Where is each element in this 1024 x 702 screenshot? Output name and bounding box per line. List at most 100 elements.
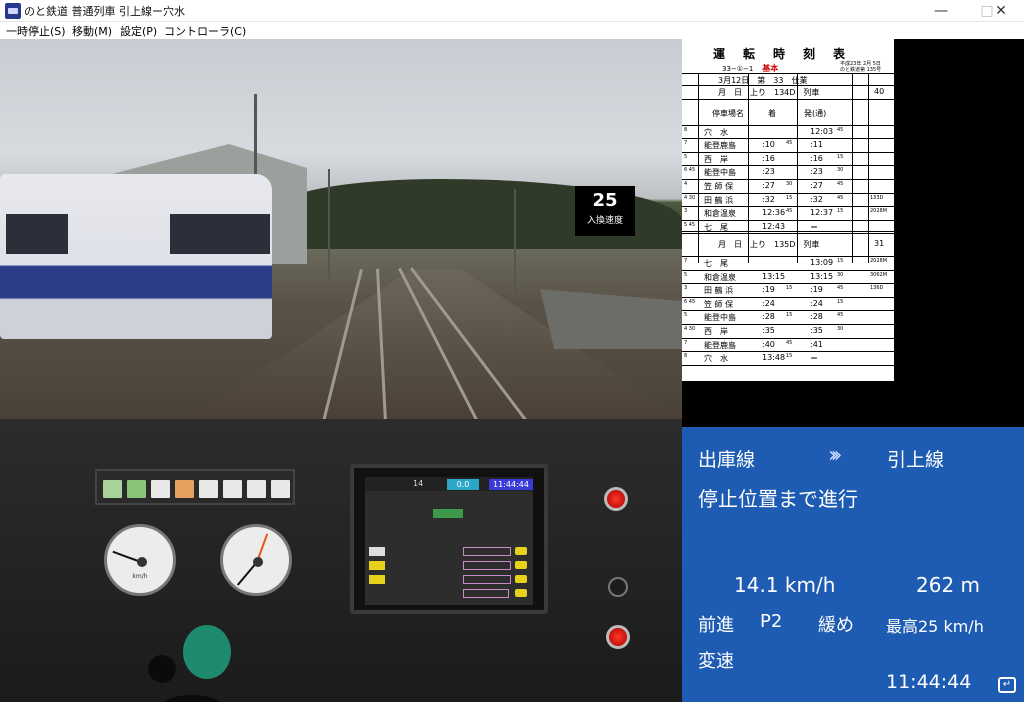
- timetable-max-speed: 31: [874, 239, 885, 248]
- arrival-time: :10: [762, 140, 775, 150]
- menu-pause[interactable]: 一時停止(S): [6, 23, 66, 39]
- emergency-stop-button[interactable]: [606, 625, 630, 649]
- indicator-lamp: [127, 480, 146, 498]
- remark: 2028M: [870, 208, 888, 215]
- speed-unit: km/h: [132, 573, 148, 580]
- timetable-max-speed: 40: [874, 87, 885, 96]
- run-minutes: 3: [684, 285, 688, 292]
- remark: 133D: [870, 194, 884, 201]
- monitor-button[interactable]: [369, 547, 385, 556]
- arrival-seconds: 45: [786, 208, 793, 215]
- arrival-seconds: 45: [786, 140, 793, 147]
- departure-time: :11: [810, 140, 823, 150]
- master-controller-handle[interactable]: [164, 695, 220, 702]
- timetable-card: 運転時刻表 33−①−1 基本 平成23年 2月 5日 のと鉄道第 135号 3…: [682, 39, 894, 381]
- reverser-knob[interactable]: [148, 655, 176, 683]
- departure-seconds: 45: [837, 312, 844, 319]
- driver-cab: km/h 14 0.0 11:44:44: [0, 419, 682, 702]
- speed-limit-sign: 25 入換速度: [575, 186, 635, 236]
- enter-icon[interactable]: ↵: [998, 677, 1016, 693]
- arrival-time: :27: [762, 180, 775, 190]
- monitor-status: [433, 509, 463, 518]
- arrival-seconds: 45: [786, 339, 793, 346]
- departure-time: :35: [810, 325, 823, 335]
- train-window: [170, 214, 270, 254]
- monitor-button[interactable]: [369, 575, 385, 584]
- panel-switch[interactable]: [608, 577, 628, 597]
- max-speed: 最高25 km/h: [886, 617, 984, 636]
- run-minutes: 7: [684, 339, 688, 346]
- timetable-row: 5 西 岸:16:16 15: [682, 153, 894, 167]
- timetable-header: 3月12日 第 33 仕業: [718, 76, 808, 85]
- arrival-seconds: 15: [786, 285, 793, 292]
- indicator-lamp: [151, 480, 170, 498]
- departure-time: :23: [810, 167, 823, 177]
- arrival-time: 13:48: [762, 353, 786, 363]
- monitor-tag: [515, 561, 527, 569]
- arrival-time: 13:15: [762, 271, 786, 281]
- arrival-seconds: 30: [786, 180, 793, 187]
- train-window: [6, 214, 68, 254]
- menu-bar: 一時停止(S) 移動(M) 設定(P) コントローラ(C): [0, 22, 1024, 39]
- simulator-viewport[interactable]: 25 入換速度 運転時刻表 33−①−1 基本 平成23年 2月 5日 のと鉄道…: [0, 39, 1024, 702]
- timetable-header: 月 日 上り 135D 列車: [718, 240, 820, 249]
- station-name: 西 岸: [704, 154, 728, 164]
- direction-status: 前進: [698, 615, 734, 636]
- station-name: 能登鹿島: [704, 141, 736, 151]
- menu-settings[interactable]: 設定(P): [120, 23, 157, 39]
- station-name: 能登中島: [704, 313, 736, 323]
- run-minutes: 8: [684, 126, 688, 133]
- monitor-button[interactable]: [369, 561, 385, 570]
- run-minutes: 8: [684, 353, 688, 360]
- arrival-time: :16: [762, 153, 775, 163]
- station-name: 田 鶴 浜: [704, 195, 734, 205]
- departure-time: :27: [810, 180, 823, 190]
- run-minutes: 5: [684, 271, 688, 278]
- speed-limit-label: 入換速度: [586, 216, 623, 226]
- front-camera-view: 25 入換速度: [0, 39, 682, 419]
- station-name: 穴 水: [704, 354, 728, 364]
- utility-pole: [328, 169, 330, 279]
- gauge-cap: [253, 557, 263, 567]
- station-name: 七 尾: [704, 259, 728, 268]
- timetable-row: 7 能登鹿島:10 45:11: [682, 139, 894, 153]
- timetable-row: 7 能登鹿島:40 45:41: [682, 339, 894, 353]
- timetable-body-1: 8穴 水 12:03 45 7 能登鹿島:10 45:11 5 西 岸:16:16 15 6 45…: [682, 126, 894, 235]
- window-title: のと鉄道 普通列車 引上線ー穴水: [24, 5, 185, 18]
- timetable-title: 運転時刻表: [712, 47, 863, 61]
- monitor-time: 11:44:44: [489, 479, 533, 490]
- run-minutes: 4: [684, 180, 688, 187]
- timetable-column-row: 停車場名 着 発(通): [682, 100, 894, 126]
- speedometer-gauge: km/h: [104, 524, 176, 596]
- menu-controller[interactable]: コントローラ(C): [164, 23, 246, 39]
- security-brake-button[interactable]: [604, 487, 628, 511]
- station-name: 田 鶴 浜: [704, 286, 734, 296]
- minimize-icon[interactable]: —: [918, 0, 964, 22]
- clock: 11:44:44: [886, 671, 972, 693]
- timetable-row: 5 和倉温泉 13:15 13:15 30 3062M: [682, 271, 894, 285]
- speed-limit-value: 25: [592, 190, 618, 211]
- timetable-kind: 基本: [762, 64, 779, 73]
- monitor-field: [463, 575, 511, 584]
- gauge-cap: [137, 557, 147, 567]
- departure-seconds: 15: [837, 298, 844, 305]
- route-arrow-icon: ›››: [828, 443, 843, 468]
- arrival-seconds: 15: [786, 312, 793, 319]
- departure-time: :16: [810, 153, 823, 163]
- remark: 3062M: [870, 271, 888, 278]
- timetable-train: 月 日 上り 134D 列車: [718, 88, 820, 97]
- run-minutes: 5 45: [684, 221, 696, 228]
- cab-monitor-screen[interactable]: 14 0.0 11:44:44: [365, 477, 533, 605]
- timetable-train-row: 月 日 上り 134D 列車 40: [682, 86, 894, 100]
- departure-time: 13:09: [810, 258, 834, 267]
- departure-time: :41: [810, 339, 823, 349]
- indicator-lamp-panel: [95, 469, 295, 505]
- departure-seconds: 15: [837, 258, 844, 264]
- departure-seconds: 45: [837, 180, 844, 187]
- timetable-row: 4 笠 師 保:27 30:27 45: [682, 180, 894, 194]
- timetable-body-2: 7七 尾 13:09 15 2028M 5 和倉温泉 13:15 13:15 30 3062M 3 田…: [682, 257, 894, 366]
- deadman-handle[interactable]: [183, 625, 231, 679]
- menu-move[interactable]: 移動(M): [72, 23, 112, 39]
- close-icon[interactable]: ✕: [978, 0, 1024, 22]
- departure-seconds: 15: [837, 153, 844, 160]
